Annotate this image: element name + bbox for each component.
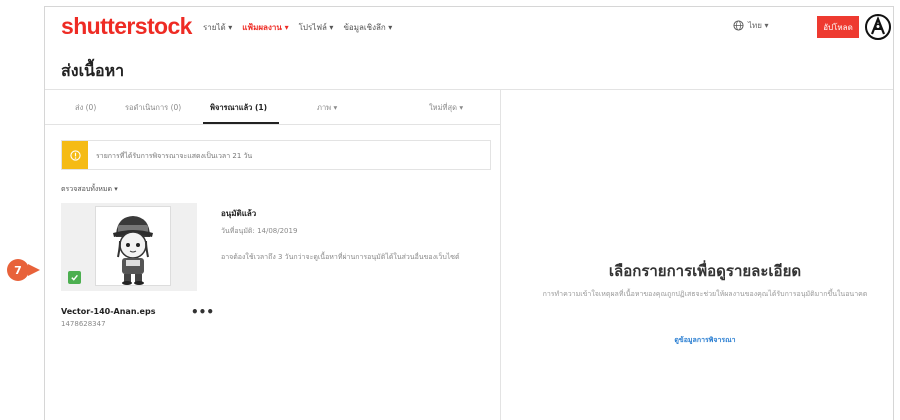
tab-pending[interactable]: รอดำเนินการ (0)	[125, 102, 181, 114]
sort-dropdown[interactable]: ใหม่ที่สุด ▾	[429, 102, 463, 114]
nav-item-insights[interactable]: ข้อมูลเชิงลึก ▾	[343, 21, 392, 34]
upload-button[interactable]: อัปโหลด	[817, 16, 859, 38]
approval-status: อนุมัติแล้ว	[221, 209, 257, 218]
submission-tabs: ส่ง (0) รอดำเนินการ (0) พิจารณาแล้ว (1) …	[45, 89, 500, 125]
thumbnail-frame	[95, 206, 171, 286]
approval-date: วันที่อนุมัติ: 14/08/2019	[221, 227, 298, 235]
item-filename: Vector-140-Anan.eps	[61, 307, 156, 316]
globe-icon	[733, 20, 744, 31]
panel-divider	[500, 89, 501, 420]
active-tab-indicator	[203, 122, 279, 124]
notice-banner: รายการที่ได้รับการพิจารณาจะแสดงเป็นเวลา …	[61, 140, 491, 170]
main-nav: รายได้ ▾ แฟ้มผลงาน ▾ โปรไฟล์ ▾ ข้อมูลเชิ…	[203, 21, 392, 34]
avatar-icon[interactable]	[865, 14, 891, 40]
more-options-button[interactable]: •••	[191, 305, 214, 319]
nav-item-profile[interactable]: โปรไฟล์ ▾	[299, 21, 334, 34]
tab-submit[interactable]: ส่ง (0)	[75, 102, 96, 114]
item-id: 1478628347	[61, 320, 106, 328]
nav-item-earnings[interactable]: รายได้ ▾	[203, 21, 232, 34]
notice-icon-box	[62, 141, 88, 169]
checkmark-icon	[71, 274, 78, 281]
approval-description: อาจต้องใช้เวลาถึง 3 วันกว่าจะดูเนื้อหาที…	[221, 253, 460, 261]
step-callout-badge: 7	[7, 259, 40, 281]
selection-checkbox[interactable]	[68, 271, 81, 284]
review-info-link[interactable]: ดูข้อมูลการพิจารณา	[515, 335, 895, 346]
language-selector[interactable]: ไทย ▾	[733, 19, 769, 32]
top-navigation-bar: shutterstock รายได้ ▾ แฟ้มผลงาน ▾ โปรไฟล…	[45, 7, 893, 47]
item-thumbnail[interactable]	[61, 203, 197, 291]
app-window: shutterstock รายได้ ▾ แฟ้มผลงาน ▾ โปรไฟล…	[44, 6, 894, 420]
tab-reviewed[interactable]: พิจารณาแล้ว (1)	[210, 102, 267, 114]
shutterstock-logo[interactable]: shutterstock	[61, 13, 192, 40]
page-title: ส่งเนื้อหา	[61, 61, 125, 80]
language-label: ไทย ▾	[748, 21, 769, 30]
notice-text: รายการที่ได้รับการพิจารณาจะแสดงเป็นเวลา …	[96, 152, 253, 160]
nav-item-portfolio[interactable]: แฟ้มผลงาน ▾	[242, 21, 288, 34]
character-illustration	[113, 216, 153, 285]
step-number: 7	[14, 264, 22, 277]
detail-panel-text: การทำความเข้าใจเหตุผลที่เนื้อหาของคุณถูก…	[542, 290, 868, 298]
detail-panel-title: เลือกรายการเพื่อดูรายละเอียด	[608, 262, 802, 280]
info-icon	[69, 149, 81, 161]
media-type-dropdown[interactable]: ภาพ ▾	[317, 102, 337, 114]
review-filter-dropdown[interactable]: ตรวจสอบทั้งหมด ▾	[61, 184, 118, 195]
